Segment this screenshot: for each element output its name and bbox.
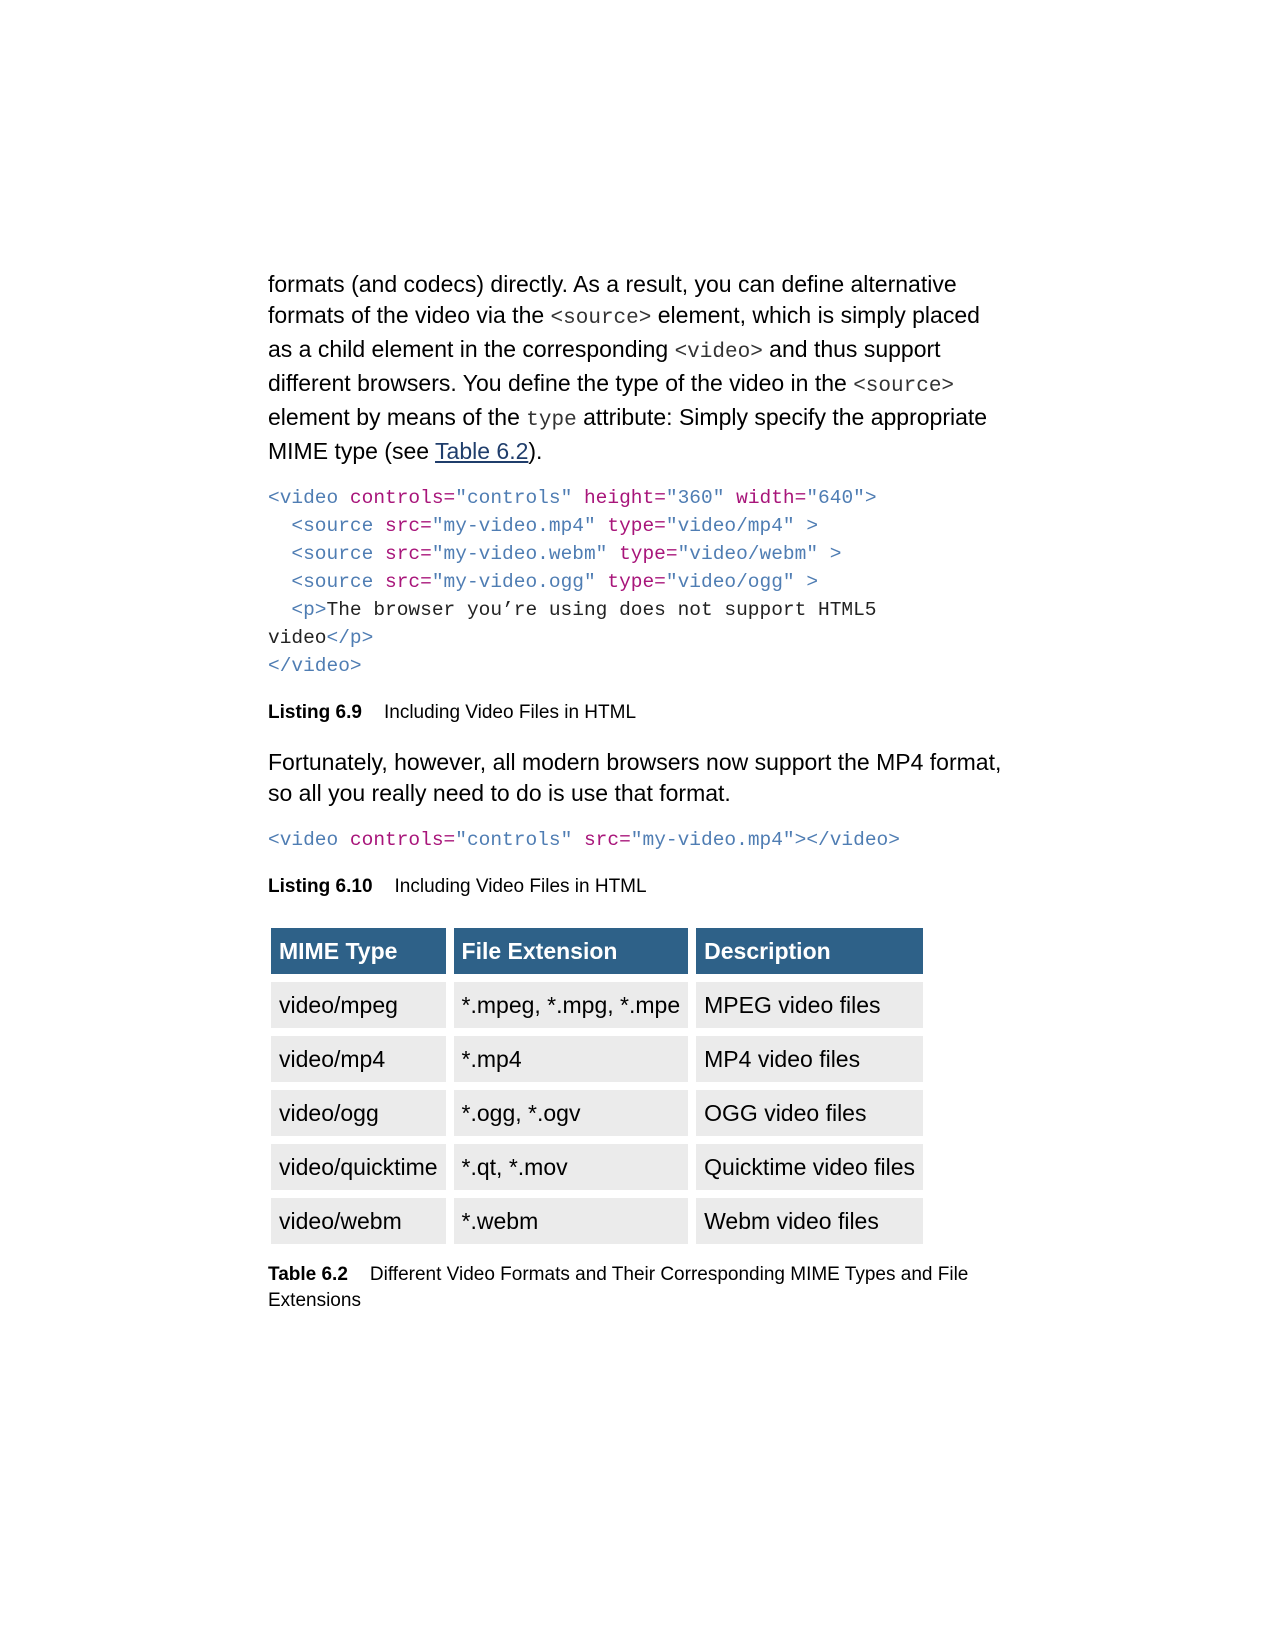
- code-line-1: <video controls="controls" src="my-video…: [268, 826, 1008, 854]
- code-token: </video>: [268, 655, 362, 677]
- inline-code-video: <video>: [674, 341, 763, 364]
- table-cell: video/quicktime: [271, 1144, 446, 1190]
- caption-text: Including Video Files in HTML: [383, 702, 637, 723]
- code-token: "360": [665, 487, 737, 509]
- code-token: <source: [268, 515, 386, 537]
- table-cell: *.mp4: [453, 1036, 689, 1082]
- code-token: src=: [385, 543, 432, 565]
- table-header-row: MIME Type File Extension Description: [271, 928, 924, 974]
- code-token: <video: [268, 487, 350, 509]
- code-token: "controls": [455, 829, 584, 851]
- body-paragraph: Fortunately, however, all modern browser…: [268, 749, 1002, 806]
- code-line-3: <source src="my-video.webm" type="video/…: [268, 540, 1008, 568]
- code-token: <source: [268, 543, 386, 565]
- table-cell: video/webm: [271, 1198, 446, 1244]
- table-row: video/mp4 *.mp4 MP4 video files: [271, 1036, 924, 1082]
- table-cell: *.ogg, *.ogv: [453, 1090, 689, 1136]
- intro-paragraph: formats (and codecs) directly. As a resu…: [268, 269, 1008, 467]
- table-cell: Quicktime video files: [696, 1144, 924, 1190]
- inline-code-source-2: <source>: [853, 375, 955, 398]
- code-token: </p>: [326, 627, 374, 649]
- code-token: controls=: [349, 487, 456, 509]
- code-token: "640">: [806, 487, 877, 509]
- listing-6-10-caption: Listing 6.10 Including Video Files in HTM…: [268, 874, 1008, 900]
- table-cell: OGG video files: [696, 1090, 924, 1136]
- table-row: video/ogg *.ogg, *.ogv OGG video files: [271, 1090, 924, 1136]
- code-token: <video: [268, 829, 350, 851]
- code-token: "video/ogg" >: [665, 571, 819, 593]
- header-file-extension: File Extension: [453, 928, 689, 974]
- code-token: "my-video.mp4": [431, 515, 608, 537]
- code-token: video: [268, 627, 327, 649]
- table-6-2-caption: Table 6.2 Different Video Formats and The…: [268, 1262, 1008, 1314]
- table-cell: video/ogg: [271, 1090, 446, 1136]
- code-line-5: <p>The browser you’re using does not sup…: [268, 596, 1008, 624]
- caption-label: Table 6.2: [268, 1264, 348, 1285]
- code-token: type=: [607, 515, 666, 537]
- code-token: <p>: [268, 599, 327, 621]
- code-line-6: video</p>: [268, 624, 1008, 652]
- code-token: src=: [385, 571, 432, 593]
- code-token: "my-video.mp4"></video>: [630, 829, 900, 851]
- caption-label: Listing 6.10: [268, 876, 373, 897]
- table-cell: *.qt, *.mov: [453, 1144, 689, 1190]
- intro-text-6: ).: [528, 438, 543, 464]
- table-cell: *.webm: [453, 1198, 689, 1244]
- table-6-2-link[interactable]: Table 6.2: [435, 438, 528, 464]
- header-mime-type: MIME Type: [271, 928, 446, 974]
- table-row: video/quicktime *.qt, *.mov Quicktime vi…: [271, 1144, 924, 1190]
- code-token: "video/webm" >: [677, 543, 842, 565]
- code-token: height=: [583, 487, 666, 509]
- table-cell: MP4 video files: [696, 1036, 924, 1082]
- code-token: type=: [607, 571, 666, 593]
- caption-text: Including Video Files in HTML: [394, 876, 647, 897]
- code-token: The browser you’re using does not suppor…: [326, 599, 877, 621]
- code-token: width=: [736, 487, 807, 509]
- code-token: src=: [385, 515, 432, 537]
- code-token: src=: [583, 829, 631, 851]
- mime-types-table: MIME Type File Extension Description vid…: [263, 920, 931, 1252]
- listing-6-9-caption: Listing 6.9 Including Video Files in HTML: [268, 700, 1008, 726]
- listing-6-9-code: <video controls="controls" height="360" …: [268, 484, 1008, 680]
- code-token: "my-video.ogg": [431, 571, 608, 593]
- table-row: video/webm *.webm Webm video files: [271, 1198, 924, 1244]
- header-description: Description: [696, 928, 924, 974]
- caption-text: Different Video Formats and Their Corres…: [268, 1264, 969, 1311]
- inline-code-source: <source>: [550, 307, 652, 330]
- table-cell: *.mpeg, *.mpg, *.mpe: [453, 982, 689, 1028]
- caption-label: Listing 6.9: [268, 702, 362, 723]
- code-line-4: <source src="my-video.ogg" type="video/o…: [268, 568, 1008, 596]
- code-token: type=: [619, 543, 678, 565]
- intro-text-4: element by means of the: [268, 404, 527, 430]
- table-cell: Webm video files: [696, 1198, 924, 1244]
- listing-6-10-code: <video controls="controls" src="my-video…: [268, 826, 1008, 854]
- code-token: "my-video.webm": [431, 543, 620, 565]
- code-token: <source: [268, 571, 386, 593]
- table-cell: video/mp4: [271, 1036, 446, 1082]
- code-line-2: <source src="my-video.mp4" type="video/m…: [268, 512, 1008, 540]
- inline-code-type: type: [526, 409, 577, 432]
- table-cell: video/mpeg: [271, 982, 446, 1028]
- table-row: video/mpeg *.mpeg, *.mpg, *.mpe MPEG vid…: [271, 982, 924, 1028]
- page-content: formats (and codecs) directly. As a resu…: [268, 269, 1008, 1314]
- code-line-1: <video controls="controls" height="360" …: [268, 484, 1008, 512]
- code-token: "video/mp4" >: [665, 515, 819, 537]
- code-line-7: </video>: [268, 652, 1008, 680]
- code-token: controls=: [349, 829, 456, 851]
- table-cell: MPEG video files: [696, 982, 924, 1028]
- code-token: "controls": [455, 487, 584, 509]
